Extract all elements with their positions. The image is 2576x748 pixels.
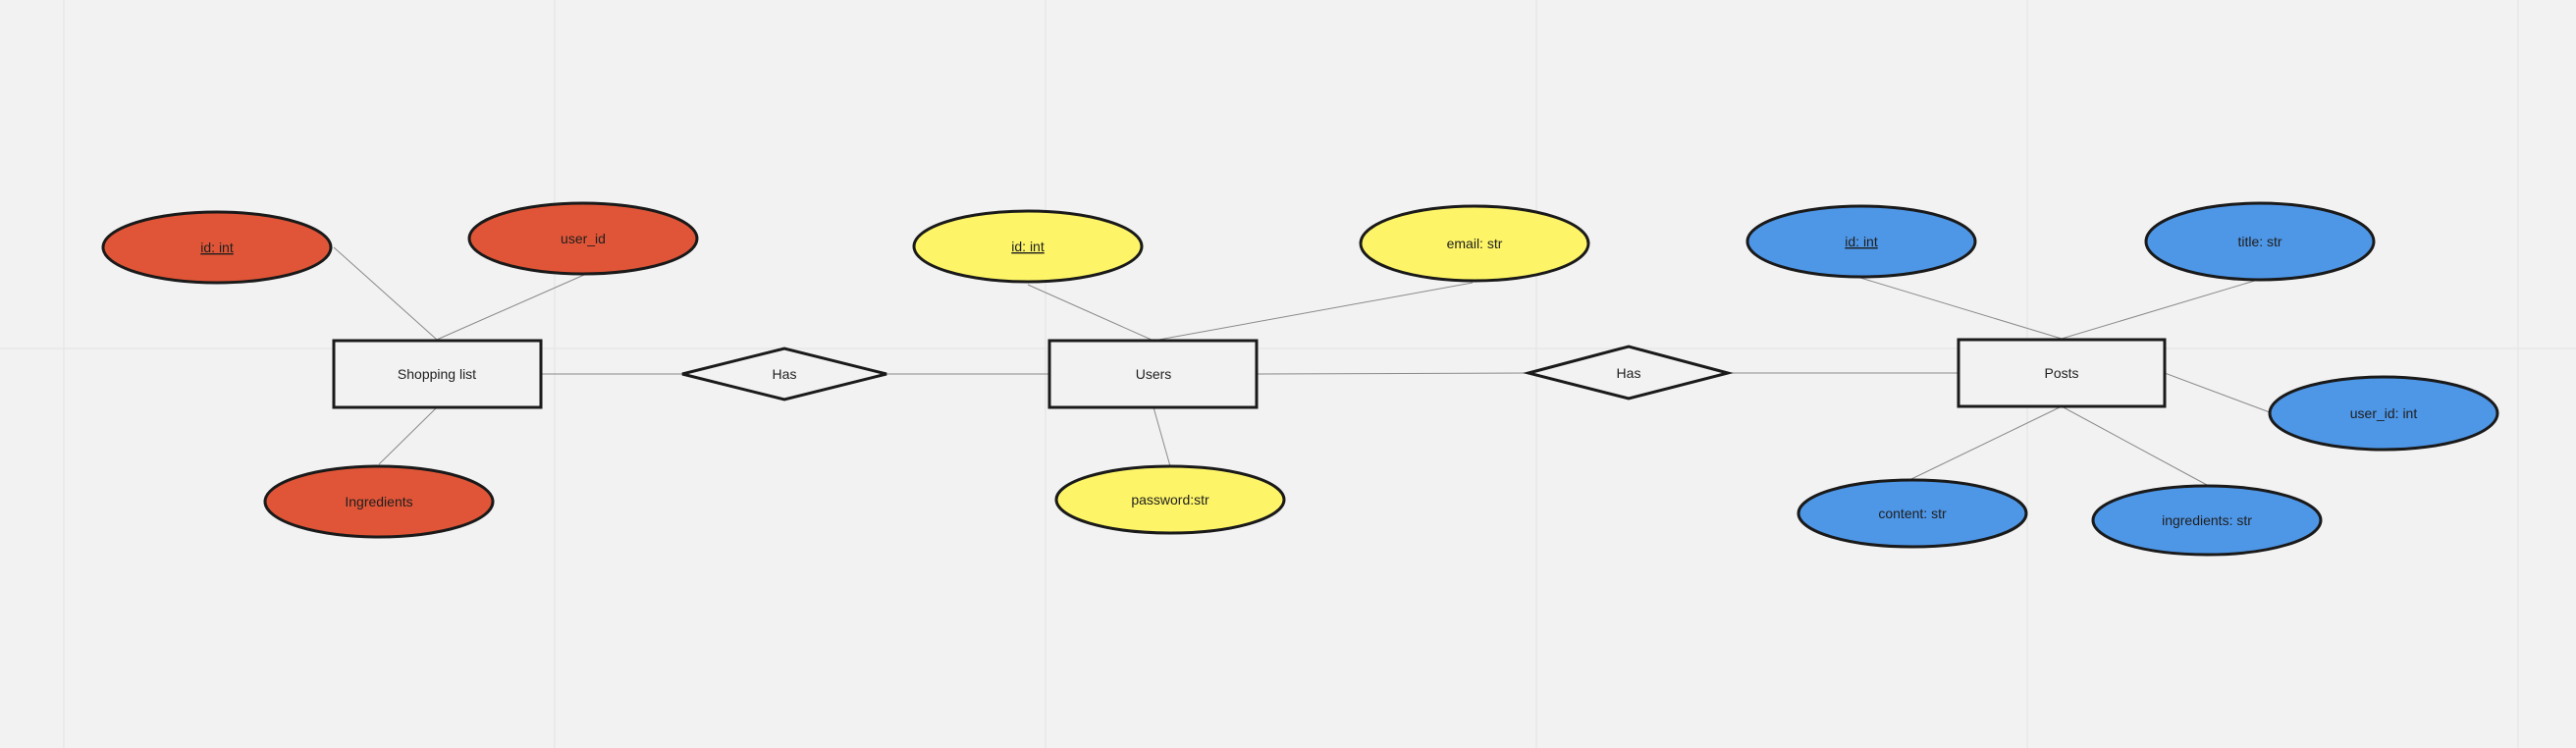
connector-posts-user-id [2164,372,2271,413]
connector-users-id [1027,284,1154,342]
relationship-users-posts: Has [1523,345,1734,401]
users-password-label: password:str [1131,492,1209,508]
connector-posts-title [2061,279,2259,340]
shopping-user-id-label: user_id [561,231,606,246]
connector-shopping-user-id [436,274,585,341]
connector-posts-id [1859,277,2063,340]
users-group: id: int email: str password:str Users [912,204,1590,535]
users-email-label: email: str [1447,236,1503,251]
posts-title-label: title: str [2237,234,2281,249]
shopping-id-label: id: int [200,240,234,255]
connector-shopping-id [333,246,438,341]
connector-users-email [1153,282,1474,342]
posts-user-id-label: user_id: int [2350,405,2418,421]
er-diagram-canvas: id: int user_id Ingredients Shopping lis… [0,0,2576,748]
has-relationship-label-1: Has [773,366,797,382]
relationship-shopping-users: Has [681,347,887,401]
connector-users-password [1153,406,1171,467]
posts-id-label: id: int [1845,234,1878,249]
posts-entity-label: Posts [2044,365,2078,381]
posts-content-label: content: str [1878,506,1947,521]
posts-ingredients-label: ingredients: str [2162,512,2252,528]
users-entity-label: Users [1136,366,1172,382]
posts-group: id: int title: str user_id: int content:… [1745,201,2499,557]
shopping-ingredients-label: Ingredients [345,494,412,509]
shopping-list-group: id: int user_id Ingredients Shopping lis… [101,201,699,539]
connector-shopping-ingredients [378,406,438,465]
connector-users-has [1256,372,1530,375]
users-id-label: id: int [1011,239,1045,254]
shopping-list-entity-label: Shopping list [398,366,476,382]
connector-posts-ingredients [2061,405,2208,486]
has-relationship-label-2: Has [1617,365,1641,381]
connector-posts-content [1910,405,2063,480]
